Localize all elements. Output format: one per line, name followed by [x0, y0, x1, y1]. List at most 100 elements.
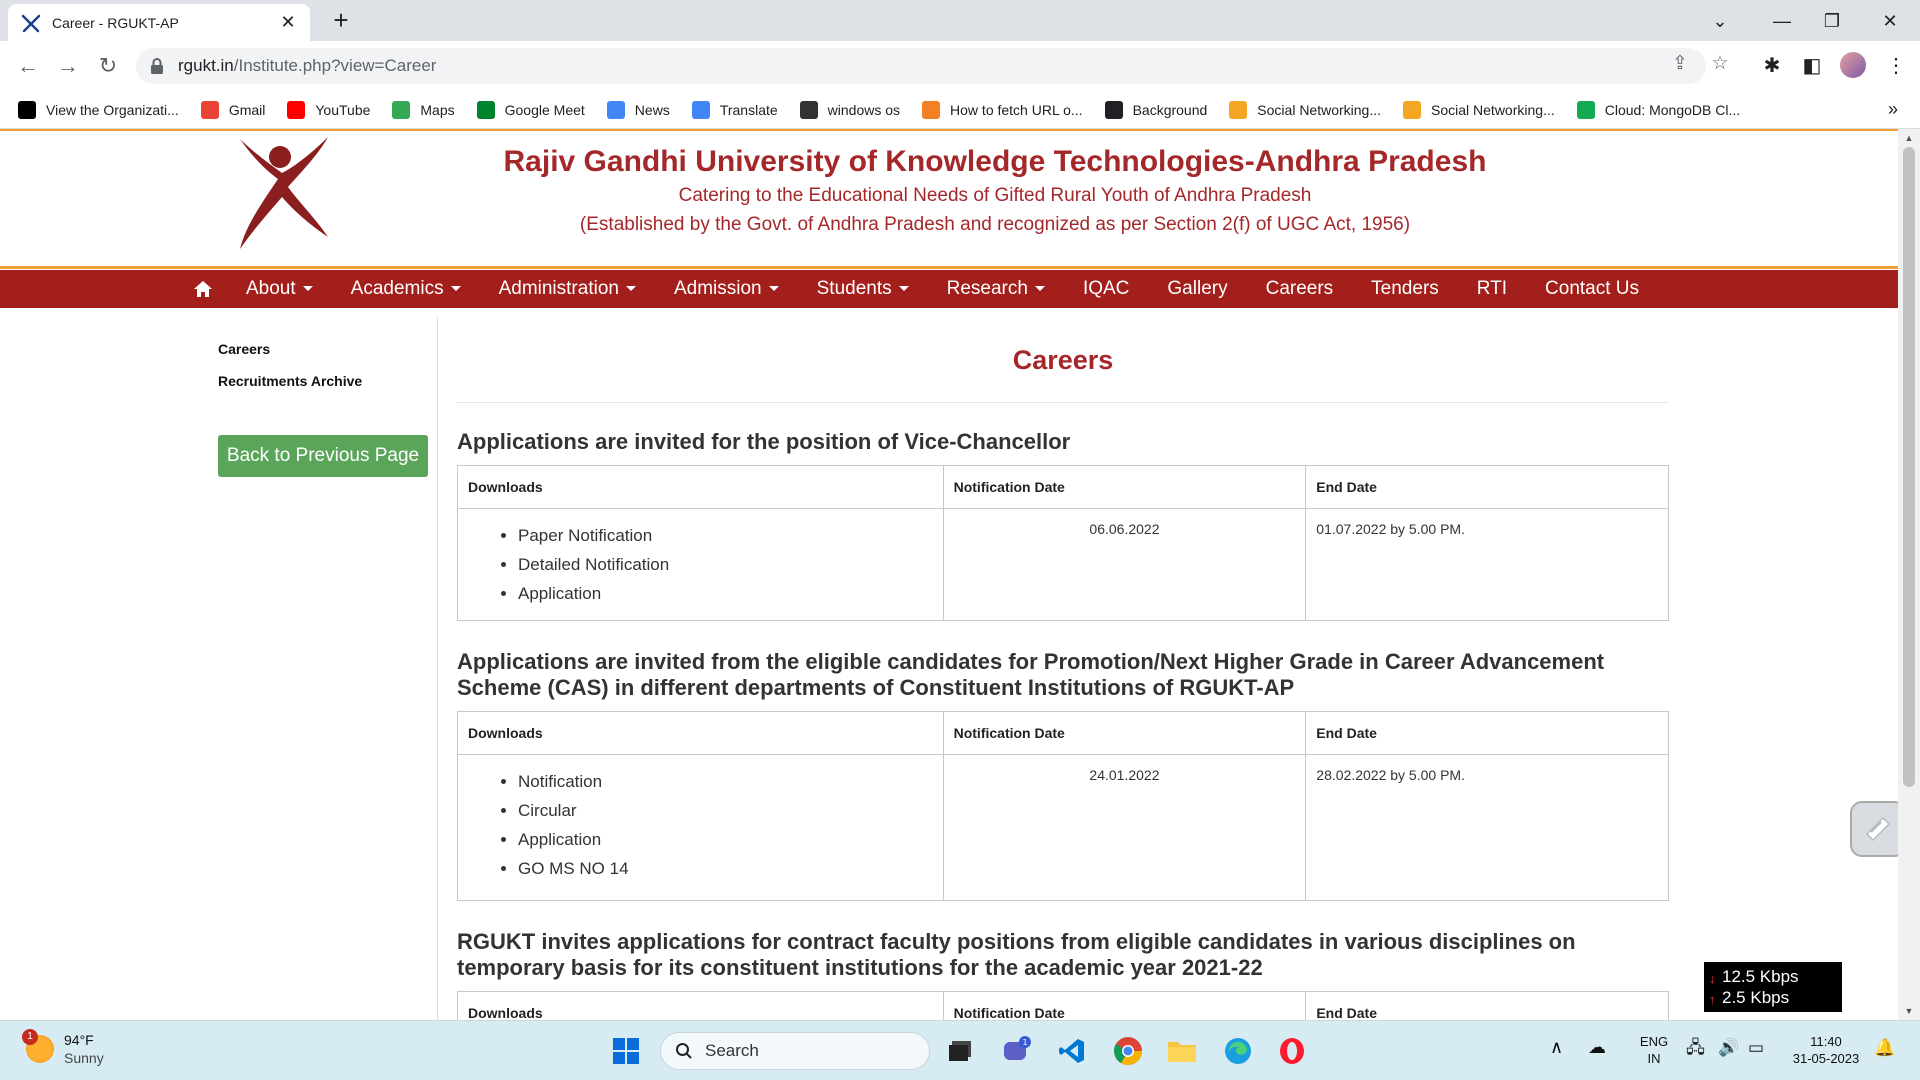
download-link[interactable]: Paper Notification [518, 521, 933, 550]
bookmark-favicon-icon [1403, 100, 1422, 119]
bookmark-favicon-icon [392, 100, 411, 119]
battery-icon[interactable]: ▭ [1748, 1039, 1764, 1056]
bookmark-star-icon[interactable]: ☆ [1706, 52, 1734, 75]
home-icon[interactable] [188, 274, 218, 304]
scroll-up-arrow-icon[interactable]: ▲ [1898, 133, 1920, 143]
bookmark-item[interactable]: Translate [691, 100, 778, 119]
bookmark-item[interactable]: News [606, 100, 670, 119]
col-header-notification-date: Notification Date [942, 991, 1307, 1020]
restore-icon[interactable]: ❐ [1812, 6, 1852, 36]
minimize-icon[interactable]: — [1762, 6, 1802, 36]
edge-icon[interactable] [1220, 1033, 1256, 1069]
profile-avatar[interactable] [1840, 52, 1866, 78]
col-header-end-date: End Date [1305, 711, 1669, 755]
bookmark-item[interactable]: YouTube [287, 100, 370, 119]
menu-item-administration[interactable]: Administration [499, 278, 636, 300]
teams-chat-icon[interactable]: 1 [998, 1033, 1034, 1069]
start-windows-icon[interactable] [608, 1033, 644, 1069]
bookmark-item[interactable]: Social Networking... [1229, 100, 1381, 119]
download-link[interactable]: GO MS NO 14 [518, 854, 933, 883]
bookmarks-bar: View the Organizati... Gmail YouTube Maps Go… [0, 91, 1920, 129]
menu-item-students[interactable]: Students [817, 278, 909, 300]
tray-overflow-chevron-icon[interactable]: ∧ [1550, 1038, 1563, 1056]
menu-item-research[interactable]: Research [947, 278, 1045, 300]
menu-item-tenders[interactable]: Tenders [1371, 278, 1439, 300]
bookmark-label: windows os [827, 101, 901, 118]
download-link[interactable]: Application [518, 825, 933, 854]
menu-kebab-icon[interactable]: ⋮ [1882, 52, 1910, 80]
weather-badge: 1 [22, 1029, 38, 1045]
teams-badge: 1 [1022, 1038, 1027, 1047]
tab-close-icon[interactable]: ✕ [278, 12, 298, 33]
menu-item-academics[interactable]: Academics [351, 278, 461, 300]
bookmark-item[interactable]: How to fetch URL o... [922, 100, 1083, 119]
scroll-down-arrow-icon[interactable]: ▼ [1898, 1006, 1920, 1016]
bookmark-item[interactable]: Social Networking... [1403, 100, 1555, 119]
career-section-cas-promotion: Applications are invited from the eligib… [457, 649, 1669, 901]
forward-arrow-icon[interactable]: → [52, 51, 84, 83]
share-icon[interactable]: ⇪ [1666, 52, 1694, 75]
vscode-icon[interactable] [1054, 1033, 1090, 1069]
page-scrollbar[interactable]: ▲ ▼ [1898, 129, 1920, 1020]
network-icon[interactable]: 🖧 [1686, 1039, 1705, 1056]
site-header: Rajiv Gandhi University of Knowledge Tec… [0, 131, 1898, 269]
menu-item-admission[interactable]: Admission [674, 278, 779, 300]
sidebar-link-recruitments-archive[interactable]: Recruitments Archive [218, 373, 438, 389]
weather-widget[interactable]: 1 94°F Sunny [22, 1029, 104, 1067]
toolbar: ← → ↻ rgukt.in/Institute.php?view=Career… [0, 41, 1920, 91]
reload-icon[interactable]: ↻ [92, 51, 124, 83]
menu-item-gallery[interactable]: Gallery [1167, 278, 1227, 300]
rgukt-favicon-icon [21, 14, 41, 32]
volume-icon[interactable]: 🔊 [1718, 1039, 1739, 1056]
side-panel-icon[interactable]: ◧ [1798, 52, 1826, 80]
bookmark-item[interactable]: View the Organizati... [18, 100, 179, 119]
back-to-previous-page-button[interactable]: Back to Previous Page [218, 435, 428, 477]
bookmark-label: Maps [420, 101, 455, 118]
menu-item-about[interactable]: About [246, 278, 313, 300]
header-divider [0, 266, 1898, 269]
language-indicator[interactable]: ENG IN [1634, 1033, 1674, 1067]
table-header-row: Downloads Notification Date End Date [457, 465, 1669, 509]
bookmark-item[interactable]: Background [1104, 100, 1207, 119]
menu-item-iqac[interactable]: IQAC [1083, 278, 1129, 300]
bookmark-favicon-icon [799, 100, 818, 119]
scrollbar-thumb[interactable] [1903, 147, 1915, 787]
back-arrow-icon[interactable]: ← [12, 51, 44, 83]
menu-item-contact-us[interactable]: Contact Us [1545, 278, 1639, 300]
clock[interactable]: 11:40 31-05-2023 [1786, 1033, 1866, 1067]
opera-icon[interactable] [1274, 1033, 1310, 1069]
bookmark-item[interactable]: Gmail [200, 100, 266, 119]
url-text: rgukt.in/Institute.php?view=Career [178, 56, 437, 75]
new-tab-icon[interactable]: + [326, 6, 356, 36]
file-explorer-icon[interactable] [1164, 1033, 1200, 1069]
menu-item-rti[interactable]: RTI [1477, 278, 1507, 300]
col-header-notification-date: Notification Date [942, 465, 1307, 509]
col-header-end-date: End Date [1305, 465, 1669, 509]
taskbar-search-box[interactable]: Search [660, 1032, 930, 1070]
chrome-icon[interactable] [1110, 1033, 1146, 1069]
floating-shortcut-widget[interactable] [1850, 801, 1898, 857]
download-link[interactable]: Notification [518, 767, 933, 796]
onedrive-cloud-icon[interactable]: ☁ [1588, 1038, 1606, 1056]
download-link[interactable]: Detailed Notification [518, 550, 933, 579]
download-link[interactable]: Application [518, 579, 933, 608]
section-heading: Applications are invited for the positio… [457, 429, 1071, 454]
bookmark-item[interactable]: Maps [392, 100, 455, 119]
extensions-puzzle-icon[interactable]: ✱ [1758, 52, 1786, 80]
task-view-icon[interactable] [942, 1033, 978, 1069]
browser-tab-active[interactable]: Career - RGUKT-AP ✕ [8, 4, 310, 41]
bookmark-item[interactable]: Cloud: MongoDB Cl... [1576, 100, 1740, 119]
lock-icon [151, 58, 163, 74]
net-up-speed: 2.5 Kbps [1722, 988, 1790, 1007]
tab-search-chevron-icon[interactable]: ⌄ [1700, 6, 1740, 36]
menu-item-careers[interactable]: Careers [1266, 278, 1334, 300]
notification-bell-icon[interactable]: 🔔 [1874, 1039, 1895, 1056]
address-bar[interactable]: rgukt.in/Institute.php?view=Career ⇪ ☆ [136, 48, 1729, 84]
bookmarks-overflow-icon[interactable]: » [1888, 99, 1898, 120]
sidebar-link-careers[interactable]: Careers [218, 341, 438, 357]
download-link[interactable]: Circular [518, 796, 933, 825]
bookmark-item[interactable]: windows os [799, 100, 901, 119]
bookmark-item[interactable]: Google Meet [476, 100, 585, 119]
bookmark-label: Gmail [228, 101, 266, 118]
window-close-icon[interactable]: ✕ [1870, 6, 1910, 36]
